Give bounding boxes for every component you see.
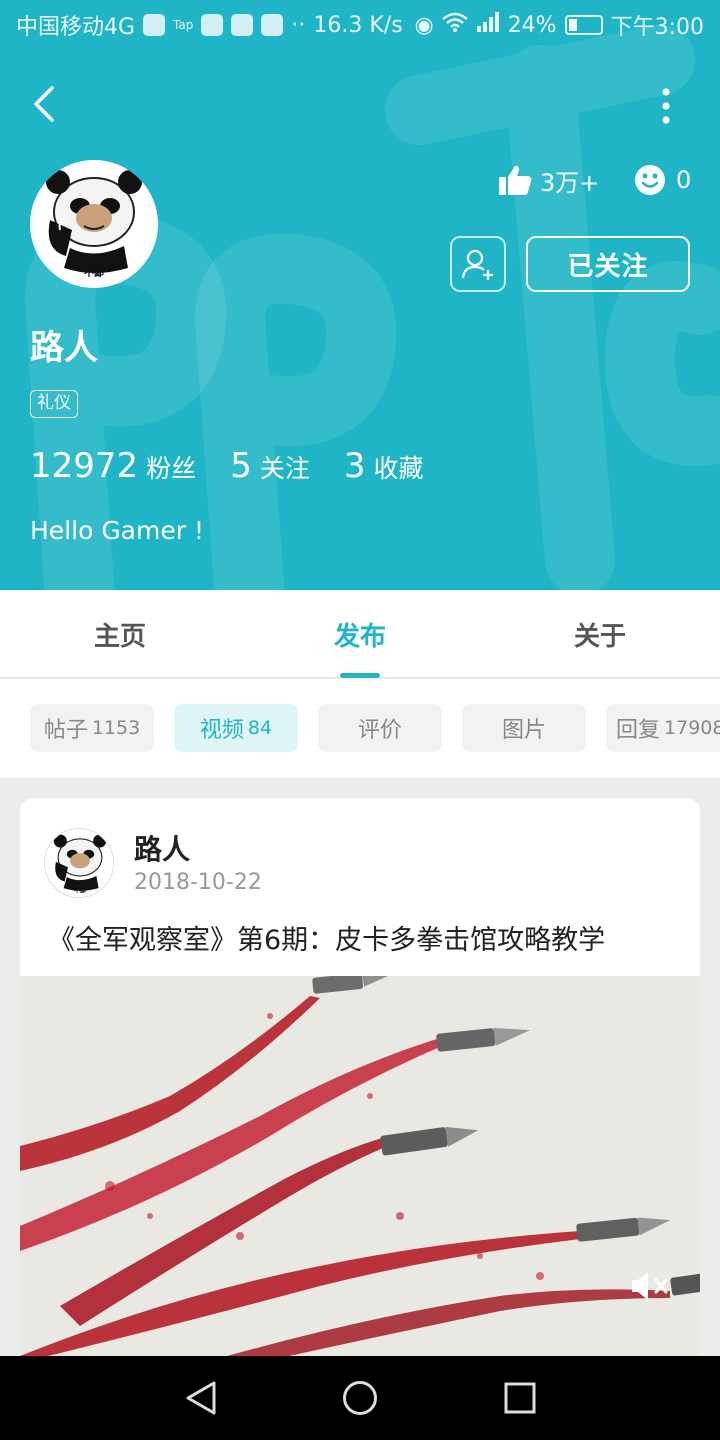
active-tab-indicator (340, 673, 380, 678)
squirrel-app-icon (231, 14, 254, 36)
likes-stat[interactable]: 3万+ (498, 160, 599, 200)
dots-icon: ·· (291, 12, 306, 38)
browser-app-icon (143, 14, 166, 36)
battery-percent: 24% (507, 12, 557, 38)
triangle-back-icon (186, 1381, 216, 1415)
clock-time: 下午3:00 (610, 15, 704, 40)
smile-icon (635, 165, 665, 195)
signal-icon (476, 12, 500, 38)
more-options-button[interactable] (650, 84, 682, 128)
system-back-button[interactable] (184, 1380, 218, 1416)
profile-counts: 12972 粉丝 5 关注 3 收藏 (30, 446, 458, 494)
filter-replies[interactable]: 回复 17908 (606, 704, 720, 752)
filter-images[interactable]: 图片 (462, 704, 586, 752)
wechat-icon (261, 14, 284, 36)
watermark-logo (25, 25, 720, 590)
panda-meme-avatar-icon: 不鄙 (30, 160, 158, 288)
filter-label: 评价 (357, 718, 402, 743)
system-recent-apps-button[interactable] (504, 1382, 536, 1414)
circle-home-icon (343, 1381, 377, 1415)
post-card[interactable]: 不鄙 路人 2018-10-22 《全军观察室》第6期：皮卡多拳击馆攻略教学 (20, 798, 700, 1358)
smiles-count: 0 (676, 166, 692, 194)
video-thumbnail[interactable] (20, 976, 700, 1358)
post-title[interactable]: 《全军观察室》第6期：皮卡多拳击馆攻略教学 (48, 918, 605, 957)
profile-header: 中国移动4G Tap ·· 16.3 K/s ◉ 24% 下午3:00 不鄙 3… (0, 0, 720, 590)
notification-app-icon (201, 14, 224, 36)
following-count[interactable]: 5 (230, 446, 252, 486)
mute-icon (632, 1272, 668, 1300)
post-author-name[interactable]: 路人 (134, 828, 190, 868)
filter-videos[interactable]: 视频 84 (174, 704, 298, 752)
svg-text:不鄙: 不鄙 (74, 886, 86, 894)
filter-label: 帖子 (43, 718, 88, 743)
tab-published[interactable]: 发布 (240, 590, 480, 678)
system-navigation-bar (0, 1356, 720, 1440)
filter-label: 视频 (199, 718, 244, 743)
thumbs-up-icon (499, 165, 532, 195)
eye-icon: ◉ (414, 12, 434, 38)
favorites-label[interactable]: 收藏 (373, 449, 423, 485)
filter-count: 84 (247, 717, 273, 739)
likes-count: 3万+ (540, 168, 600, 197)
avatar[interactable]: 不鄙 (30, 160, 158, 288)
add-friend-button[interactable] (450, 236, 506, 292)
followers-count[interactable]: 12972 (30, 446, 138, 486)
profile-bio: Hello Gamer ! (30, 516, 204, 545)
following-button[interactable]: 已关注 (526, 236, 690, 292)
status-bar: 中国移动4G Tap ·· 16.3 K/s ◉ 24% 下午3:00 (0, 0, 720, 50)
tab-about[interactable]: 关于 (480, 590, 720, 678)
network-speed: 16.3 K/s (313, 12, 403, 38)
smiles-stat[interactable]: 0 (634, 160, 691, 200)
system-home-button[interactable] (342, 1380, 378, 1416)
carrier-text: 中国移动4G (16, 15, 136, 40)
tap-app-icon: Tap (173, 18, 194, 32)
filter-count: 17908 (664, 717, 720, 739)
followers-label[interactable]: 粉丝 (146, 449, 196, 485)
wifi-icon (441, 12, 468, 38)
battery-icon (564, 15, 603, 35)
profile-tabs: 主页 发布 关于 (0, 590, 720, 678)
filter-label: 回复 (616, 718, 661, 743)
following-label[interactable]: 关注 (260, 449, 310, 485)
add-user-icon (461, 249, 493, 280)
tab-home[interactable]: 主页 (0, 590, 240, 678)
square-recent-icon (504, 1382, 536, 1414)
svg-text:不鄙: 不鄙 (84, 267, 104, 279)
profile-name: 路人 (30, 328, 98, 368)
filter-posts[interactable]: 帖子 1153 (30, 704, 154, 752)
post-author-avatar[interactable]: 不鄙 (44, 828, 114, 898)
back-button[interactable] (26, 82, 66, 126)
panda-meme-avatar-icon: 不鄙 (45, 829, 113, 897)
chevron-left-icon (34, 86, 54, 122)
more-vertical-icon (662, 88, 670, 124)
post-date: 2018-10-22 (134, 870, 262, 895)
profile-tag: 礼仪 (30, 390, 78, 418)
filter-label: 图片 (501, 718, 546, 743)
mute-button[interactable] (628, 1266, 676, 1306)
favorites-count[interactable]: 3 (344, 446, 366, 486)
content-filters: 帖子 1153 视频 84 评价 图片 回复 17908 (0, 679, 720, 778)
filter-count: 1153 (91, 717, 141, 739)
filter-reviews[interactable]: 评价 (318, 704, 442, 752)
video-frame-image (20, 976, 700, 1358)
